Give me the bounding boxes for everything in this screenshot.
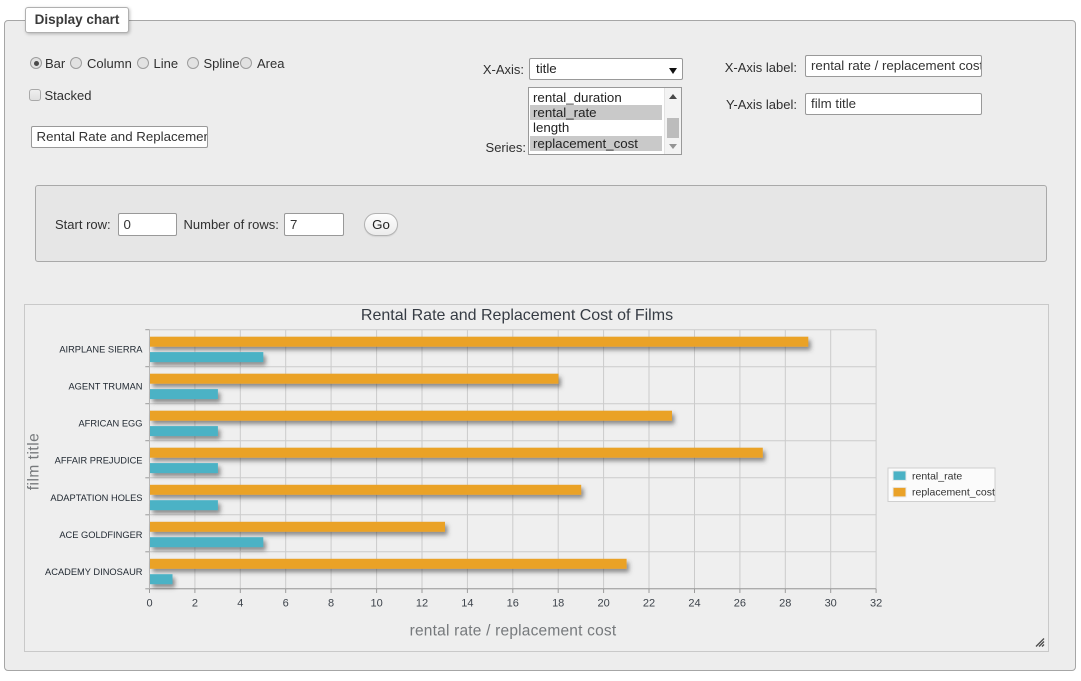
svg-text:rental rate / replacement cost: rental rate / replacement cost (410, 623, 617, 640)
svg-text:20: 20 (597, 598, 609, 610)
svg-text:film title: film title (26, 433, 43, 491)
svg-text:10: 10 (370, 598, 382, 610)
svg-text:ACE GOLDFINGER: ACE GOLDFINGER (59, 530, 142, 540)
svg-text:ADAPTATION HOLES: ADAPTATION HOLES (50, 493, 142, 503)
svg-text:4: 4 (237, 598, 243, 610)
svg-text:0: 0 (146, 598, 152, 610)
svg-text:ACADEMY DINOSAUR: ACADEMY DINOSAUR (45, 567, 143, 577)
svg-text:32: 32 (870, 598, 882, 610)
svg-text:12: 12 (416, 598, 428, 610)
svg-text:28: 28 (779, 598, 791, 610)
svg-text:AIRPLANE SIERRA: AIRPLANE SIERRA (59, 345, 143, 355)
svg-text:AFRICAN EGG: AFRICAN EGG (78, 419, 142, 429)
svg-text:2: 2 (192, 598, 198, 610)
svg-text:6: 6 (283, 598, 289, 610)
svg-text:replacement_cost: replacement_cost (912, 487, 995, 499)
svg-text:30: 30 (825, 598, 837, 610)
svg-text:24: 24 (688, 598, 700, 610)
svg-text:16: 16 (507, 598, 519, 610)
svg-text:AGENT TRUMAN: AGENT TRUMAN (68, 382, 142, 392)
svg-text:8: 8 (328, 598, 334, 610)
svg-text:rental_rate: rental_rate (912, 470, 962, 482)
svg-text:Rental Rate and Replacement Co: Rental Rate and Replacement Cost of Film… (361, 307, 673, 324)
svg-text:18: 18 (552, 598, 564, 610)
svg-text:14: 14 (461, 598, 473, 610)
svg-text:AFFAIR PREJUDICE: AFFAIR PREJUDICE (55, 456, 143, 466)
svg-text:26: 26 (734, 598, 746, 610)
svg-text:22: 22 (643, 598, 655, 610)
